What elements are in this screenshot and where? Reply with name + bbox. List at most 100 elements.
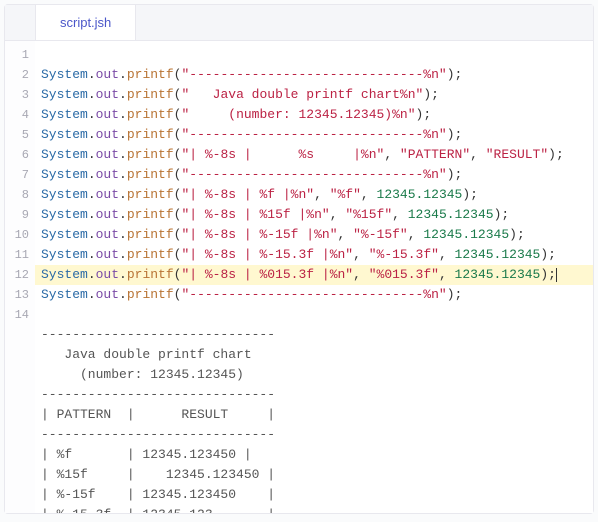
code-token: System — [41, 167, 88, 182]
output-line: | %15f | 12345.123450 | — [35, 465, 593, 485]
code-line[interactable]: System.out.printf(" Java double printf c… — [35, 85, 593, 105]
line-number: 10 — [5, 225, 29, 245]
code-token: "| %-8s | %15f |%n" — [181, 207, 329, 222]
code-token: , — [384, 147, 400, 162]
code-token: " (number: 12345.12345)%n" — [181, 107, 415, 122]
code-token: . — [88, 247, 96, 262]
code-token: . — [119, 167, 127, 182]
output-text: ------------------------------ — [41, 327, 275, 342]
code-token: 12345.12345 — [377, 187, 463, 202]
code-token: "%-15f" — [353, 227, 408, 242]
code-token: ); — [540, 247, 556, 262]
line-number: 6 — [5, 145, 29, 165]
code-token: out — [96, 147, 119, 162]
code-token: . — [88, 187, 96, 202]
line-number: 3 — [5, 85, 29, 105]
cursor-caret — [556, 268, 557, 282]
code-token: , — [338, 227, 354, 242]
code-token: ); — [416, 107, 432, 122]
output-line: ------------------------------ — [35, 425, 593, 445]
code-token: out — [96, 227, 119, 242]
code-token: ); — [540, 267, 556, 282]
code-line[interactable]: System.out.printf("---------------------… — [35, 165, 593, 185]
code-token: , — [353, 267, 369, 282]
output-line: ------------------------------ — [35, 325, 593, 345]
code-token: "| %-8s | %-15f |%n" — [181, 227, 337, 242]
code-token: . — [88, 207, 96, 222]
code-token: "RESULT" — [486, 147, 548, 162]
line-number: 2 — [5, 65, 29, 85]
code-token: System — [41, 207, 88, 222]
output-line: | %-15f | 12345.123450 | — [35, 485, 593, 505]
line-number: 1 — [5, 45, 29, 65]
code-token: out — [96, 207, 119, 222]
code-line[interactable]: System.out.printf("| %-8s | %015.3f |%n"… — [35, 265, 593, 285]
code-token: ); — [447, 287, 463, 302]
code-token: out — [96, 187, 119, 202]
code-token: System — [41, 147, 88, 162]
output-text: Java double printf chart — [41, 347, 275, 362]
code-token: , — [408, 227, 424, 242]
code-lines[interactable]: System.out.printf("---------------------… — [35, 41, 593, 513]
output-line: ------------------------------ — [35, 385, 593, 405]
code-token: ); — [423, 87, 439, 102]
code-editor: script.jsh 1234567891011121314 System.ou… — [4, 4, 594, 514]
code-line[interactable]: System.out.printf(" (number: 12345.12345… — [35, 105, 593, 125]
code-line[interactable]: System.out.printf("---------------------… — [35, 285, 593, 305]
code-line[interactable] — [35, 305, 593, 325]
code-token: "------------------------------%n" — [181, 287, 446, 302]
code-area[interactable]: 1234567891011121314 System.out.printf("-… — [5, 41, 593, 513]
code-token: printf — [127, 147, 174, 162]
code-token: out — [96, 127, 119, 142]
code-token: . — [88, 167, 96, 182]
code-token: , — [439, 267, 455, 282]
file-tab[interactable]: script.jsh — [35, 5, 136, 40]
code-token: "------------------------------%n" — [181, 127, 446, 142]
code-token: 12345.12345 — [408, 207, 494, 222]
code-token: . — [88, 107, 96, 122]
line-number: 5 — [5, 125, 29, 145]
code-line[interactable]: System.out.printf("---------------------… — [35, 65, 593, 85]
code-token: out — [96, 287, 119, 302]
code-token: ); — [494, 207, 510, 222]
code-line[interactable]: System.out.printf("| %-8s | %-15.3f |%n"… — [35, 245, 593, 265]
line-number: 14 — [5, 305, 29, 325]
code-token: . — [119, 67, 127, 82]
code-token: , — [470, 147, 486, 162]
code-token: "%-15.3f" — [369, 247, 439, 262]
code-token: . — [119, 267, 127, 282]
code-token: printf — [127, 287, 174, 302]
code-line[interactable]: System.out.printf("| %-8s | %-15f |%n", … — [35, 225, 593, 245]
code-token: . — [88, 87, 96, 102]
code-token: System — [41, 287, 88, 302]
code-token: . — [119, 227, 127, 242]
code-line[interactable]: System.out.printf("| %-8s | %f |%n", "%f… — [35, 185, 593, 205]
code-token: , — [330, 207, 346, 222]
code-line[interactable] — [35, 45, 593, 65]
output-text: ------------------------------ — [41, 387, 275, 402]
code-token: printf — [127, 207, 174, 222]
code-token: System — [41, 227, 88, 242]
output-text: | %-15f | 12345.123450 | — [41, 487, 275, 502]
code-line[interactable]: System.out.printf("| %-8s | %s |%n", "PA… — [35, 145, 593, 165]
code-token: . — [88, 287, 96, 302]
code-token: "%15f" — [345, 207, 392, 222]
line-number: 11 — [5, 245, 29, 265]
code-token: "| %-8s | %015.3f |%n" — [181, 267, 353, 282]
code-token: printf — [127, 267, 174, 282]
code-token: System — [41, 127, 88, 142]
line-number-gutter: 1234567891011121314 — [5, 41, 35, 513]
code-token: printf — [127, 67, 174, 82]
code-token: printf — [127, 107, 174, 122]
code-line[interactable]: System.out.printf("| %-8s | %15f |%n", "… — [35, 205, 593, 225]
code-token: . — [119, 87, 127, 102]
code-line[interactable]: System.out.printf("---------------------… — [35, 125, 593, 145]
code-token: printf — [127, 247, 174, 262]
output-text: | %f | 12345.123450 | — [41, 447, 252, 462]
output-text: | %-15.3f | 12345.123 | — [41, 507, 275, 513]
code-token: . — [119, 187, 127, 202]
code-token: , — [314, 187, 330, 202]
code-token: "| %-8s | %s |%n" — [181, 147, 384, 162]
line-number: 9 — [5, 205, 29, 225]
line-number: 7 — [5, 165, 29, 185]
